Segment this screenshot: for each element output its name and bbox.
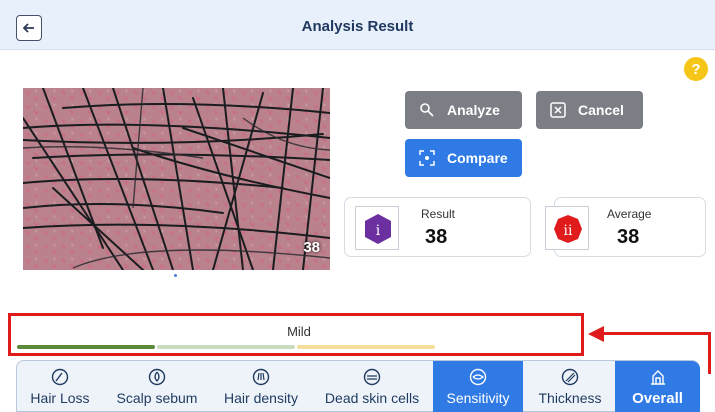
sebum-icon (148, 368, 166, 386)
dead-skin-icon (363, 368, 381, 386)
page-indicator-dot (174, 274, 177, 277)
cancel-label: Cancel (578, 102, 624, 118)
average-value: 38 (617, 226, 640, 248)
result-label: Result (421, 207, 456, 221)
tab-hair-loss[interactable]: Hair Loss (17, 361, 103, 412)
compare-button[interactable]: Compare (405, 139, 522, 177)
average-card: ii Average 38 (545, 197, 706, 257)
help-button[interactable]: ? (684, 57, 708, 81)
sensitivity-icon (469, 368, 487, 386)
tab-thickness[interactable]: Thickness (527, 361, 613, 412)
tab-label: Thickness (538, 390, 602, 406)
average-marker: ii (554, 215, 582, 243)
tab-label: Sensitivity (446, 390, 510, 406)
severity-bar-severe (297, 345, 435, 349)
average-thumbnail: ii (545, 206, 589, 250)
category-tab-bar: Hair Loss Scalp sebum Hair density Dead … (16, 360, 700, 412)
analyze-label: Analyze (447, 102, 500, 118)
tab-label: Hair Loss (30, 390, 90, 406)
close-icon (550, 102, 566, 118)
density-icon (252, 368, 270, 386)
average-label: Average (607, 207, 652, 221)
tab-dead-skin-cells[interactable]: Dead skin cells (313, 361, 431, 412)
severity-bar-moderate (157, 345, 295, 349)
scalp-photo (23, 88, 330, 270)
tab-label: Overall (632, 389, 683, 407)
tab-label: Scalp sebum (116, 390, 198, 406)
tab-sensitivity[interactable]: Sensitivity (433, 361, 523, 412)
thickness-icon (561, 368, 579, 386)
hair-loss-icon (51, 368, 69, 386)
callout-arrowhead-icon (588, 326, 604, 342)
svg-text:ii: ii (564, 223, 573, 239)
page-title: Analysis Result (301, 18, 414, 35)
hair-count-overlay: 38 (303, 239, 320, 256)
scalp-image: 38 (23, 88, 330, 270)
severity-label: Mild (287, 324, 311, 339)
tab-scalp-sebum[interactable]: Scalp sebum (105, 361, 209, 412)
severity-indicator: Mild (8, 313, 584, 356)
result-marker: i (365, 214, 391, 244)
tab-label: Dead skin cells (324, 390, 420, 406)
callout-arrow-horizontal (602, 332, 710, 335)
result-value: 38 (425, 226, 448, 248)
cancel-button[interactable]: Cancel (536, 91, 643, 129)
result-card: i Result 38 (344, 197, 531, 257)
header-bar: Analysis Result (0, 0, 715, 50)
svg-text:i: i (376, 223, 381, 239)
analyze-icon (419, 102, 435, 118)
compare-label: Compare (447, 150, 508, 166)
analyze-button[interactable]: Analyze (405, 91, 522, 129)
tab-label: Hair density (224, 390, 298, 406)
compare-icon (419, 150, 435, 166)
tab-hair-density[interactable]: Hair density (213, 361, 309, 412)
severity-bar-mild (17, 345, 155, 349)
overall-icon (650, 369, 665, 385)
result-thumbnail: i (355, 206, 399, 250)
tab-overall[interactable]: Overall (615, 361, 700, 412)
callout-arrow-vertical (708, 332, 711, 374)
